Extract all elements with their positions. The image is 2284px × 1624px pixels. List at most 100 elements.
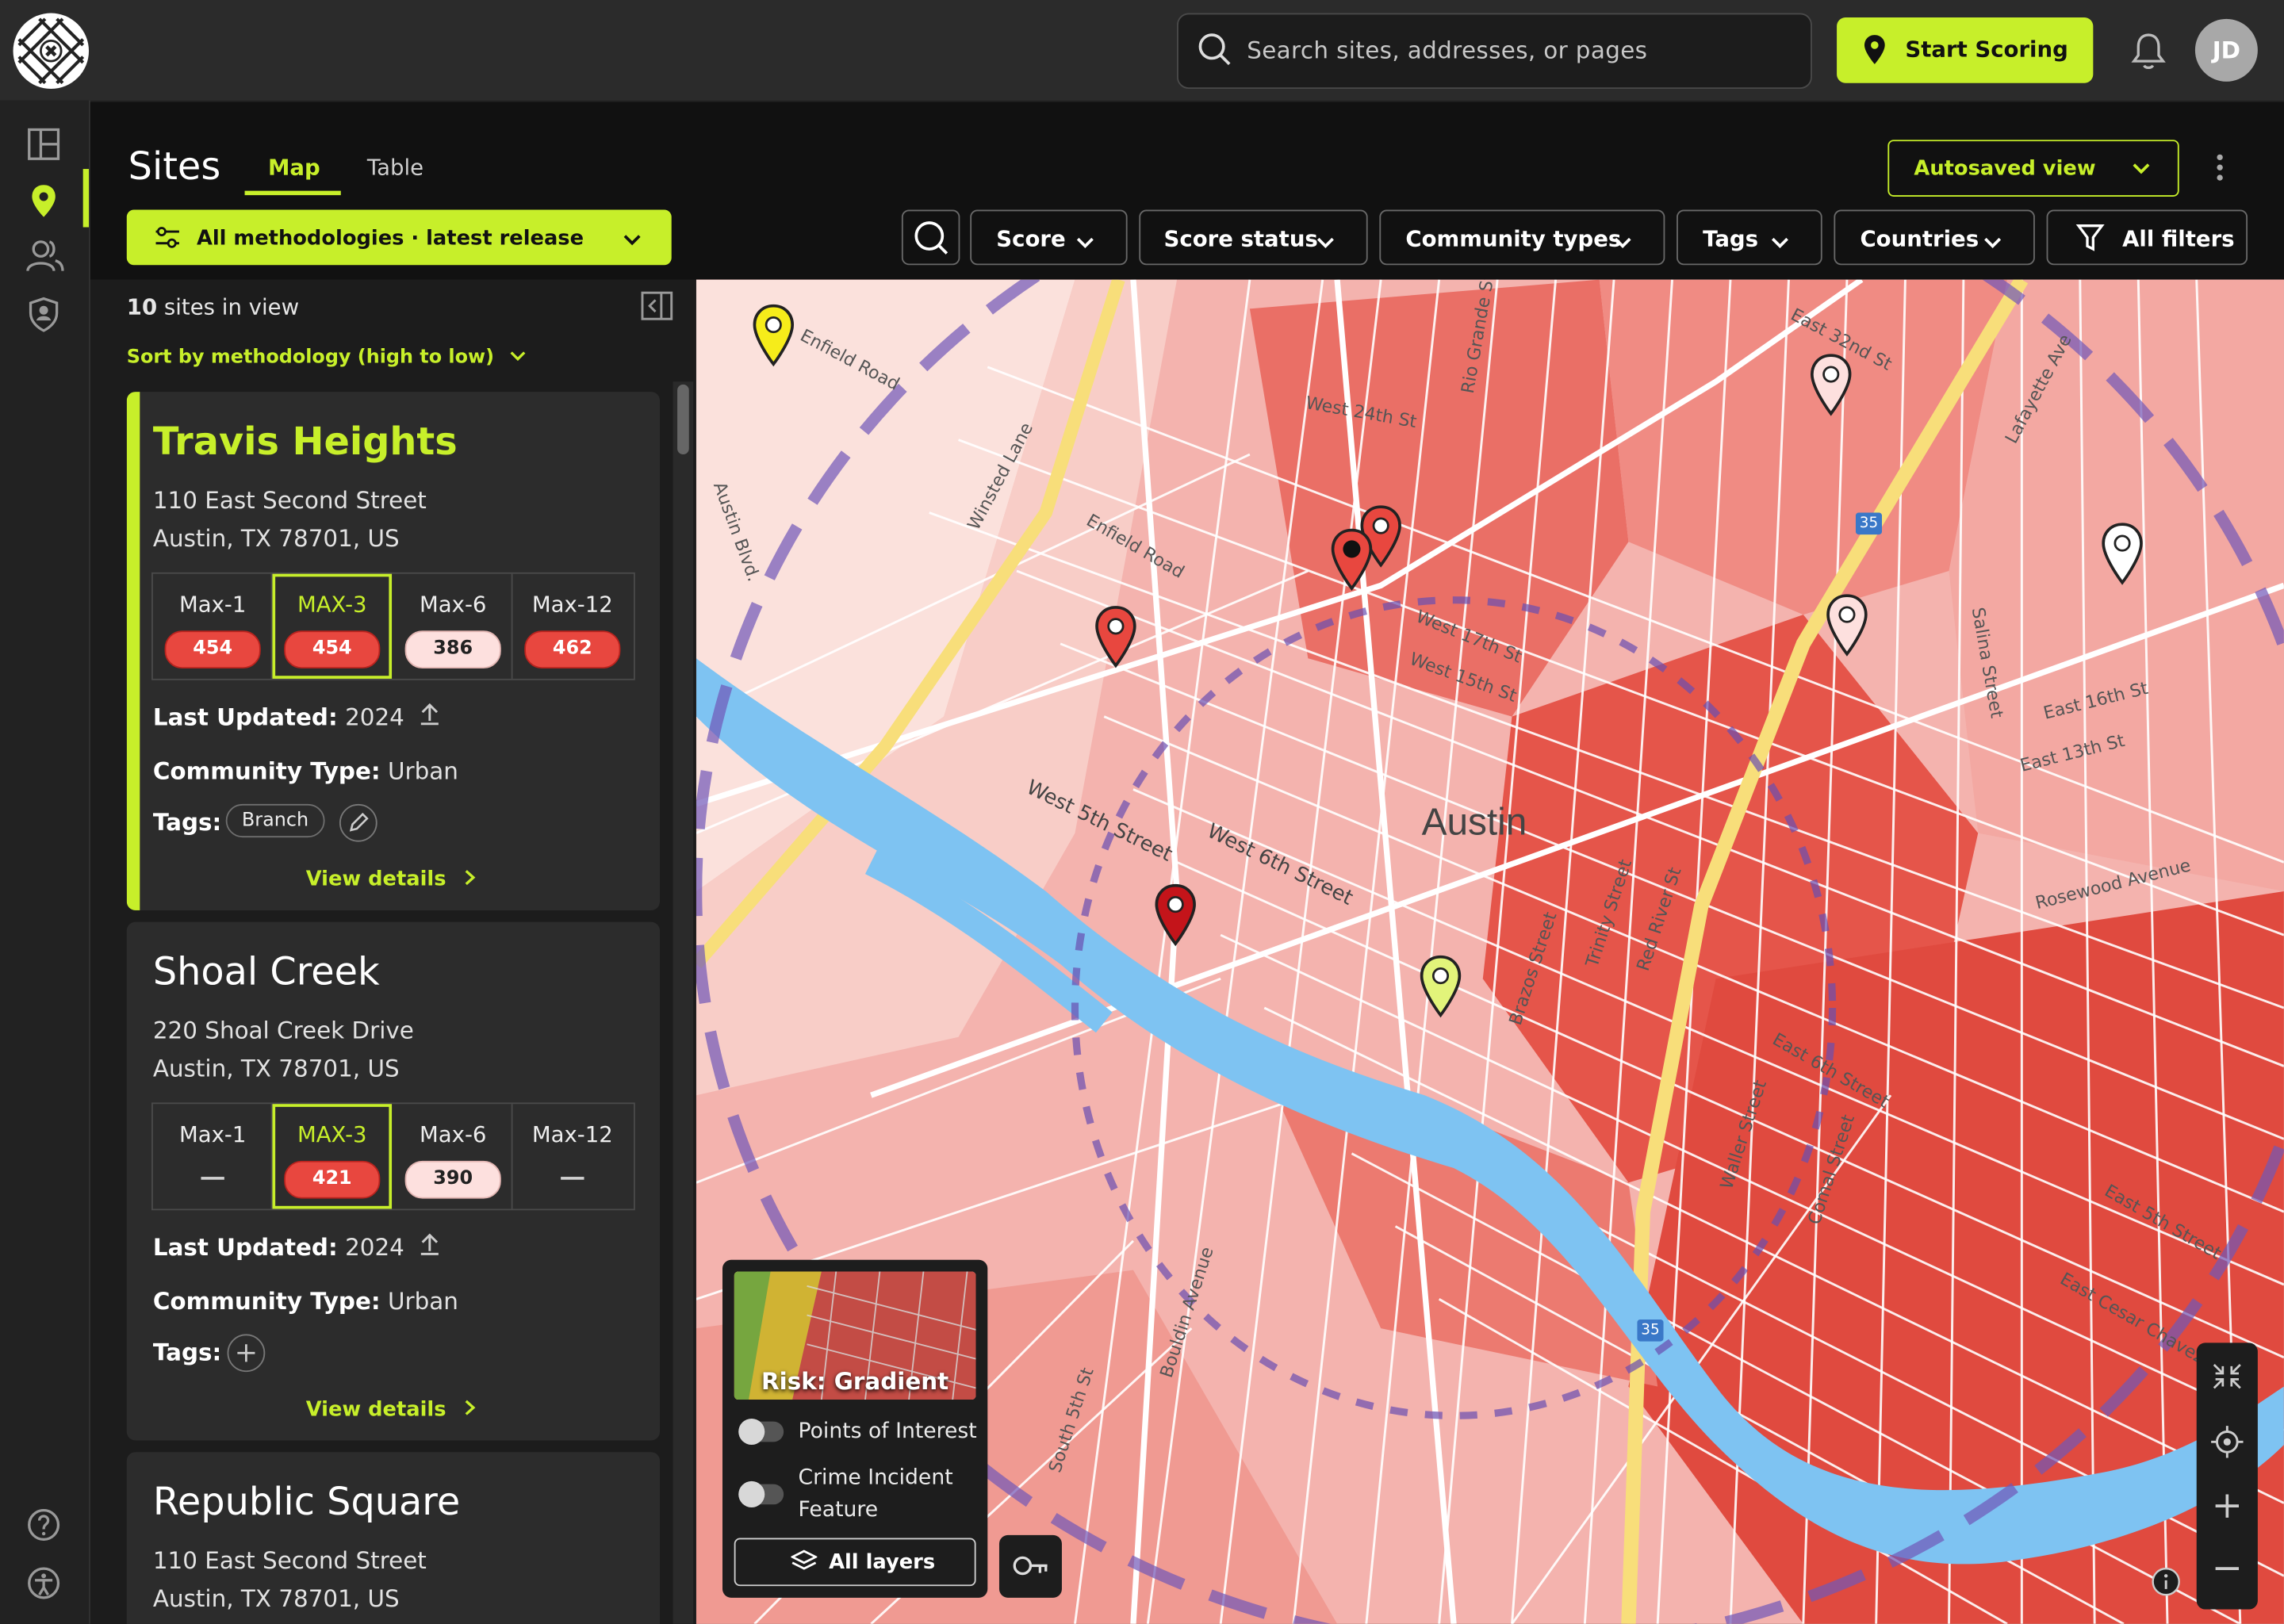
site-name[interactable]: Travis Heights [153, 421, 458, 465]
tab-map[interactable]: Map [268, 155, 320, 181]
score-label: Max-6 [419, 591, 487, 618]
app-logo[interactable] [13, 13, 90, 90]
locate-crosshair-icon[interactable] [2209, 1424, 2244, 1465]
filter-score-status[interactable]: Score status [1139, 209, 1368, 266]
tags-label: Tags: [152, 808, 222, 837]
selected-card-accent [126, 392, 140, 910]
score-label: Max-1 [178, 1121, 247, 1148]
collapse-panel-icon[interactable] [641, 291, 673, 326]
notifications-bell-icon[interactable] [2129, 31, 2167, 78]
all-layers-label: All layers [829, 1551, 936, 1575]
chevron-down-icon [1612, 230, 1633, 256]
site-pin-light[interactable] [1809, 352, 1853, 416]
site-card[interactable]: Travis Heights 110 East Second Street Au… [126, 392, 661, 910]
filter-score-label: Score [996, 225, 1066, 252]
map-controls [2196, 1342, 2258, 1610]
map-info-icon[interactable] [2152, 1567, 2181, 1602]
dashboard-icon[interactable] [26, 127, 61, 167]
filter-search-button[interactable] [901, 209, 960, 266]
upload-icon[interactable] [418, 1232, 441, 1262]
collapse-arrows-icon[interactable] [2209, 1360, 2244, 1398]
help-icon[interactable] [26, 1507, 61, 1548]
interstate-shield: 35 [1637, 1320, 1664, 1342]
site-card[interactable]: Shoal Creek 220 Shoal Creek Drive Austin… [126, 921, 661, 1441]
site-pin-light[interactable] [1825, 593, 1868, 657]
filter-countries[interactable]: Countries [1834, 209, 2035, 266]
site-pin-darkred[interactable] [1154, 883, 1198, 947]
community-type-value: Urban [387, 757, 458, 785]
score-cell-max-12[interactable]: Max-12 [513, 1104, 633, 1208]
site-address-line2: Austin, TX 78701, US [152, 1584, 400, 1613]
community-type-label: Community Type: [152, 757, 381, 785]
site-name[interactable]: Shoal Creek [153, 951, 380, 994]
add-tag-plus-icon[interactable] [227, 1334, 266, 1373]
site-pin-lime[interactable] [1419, 954, 1462, 1018]
filter-tags[interactable]: Tags [1677, 209, 1822, 266]
all-filters-button[interactable]: All filters [2046, 209, 2248, 266]
score-pill: 421 [284, 1160, 381, 1199]
zoom-out-icon[interactable] [2209, 1551, 2244, 1591]
score-cell-max-3[interactable]: MAX-3 454 [272, 573, 393, 679]
site-card[interactable]: Republic Square 110 East Second Street A… [126, 1452, 661, 1624]
start-scoring-button[interactable]: Start Scoring [1837, 17, 2094, 83]
tab-table[interactable]: Table [367, 155, 423, 181]
last-updated-label: Last Updated: [152, 1233, 338, 1262]
filter-score[interactable]: Score [970, 209, 1128, 266]
more-options-icon[interactable] [2214, 153, 2226, 188]
score-cell-max-12[interactable]: Max-12 462 [513, 574, 633, 679]
accessibility-icon[interactable] [26, 1565, 61, 1606]
view-details-link[interactable]: View details [306, 868, 477, 891]
user-avatar[interactable]: JD [2194, 18, 2258, 82]
score-cell-max-1[interactable]: Max-1 454 [153, 573, 273, 679]
view-details-link[interactable]: View details [306, 1398, 477, 1422]
methodology-label: All methodologies · latest release [196, 227, 584, 251]
site-pin-selected[interactable] [1330, 527, 1374, 592]
search-icon [912, 219, 950, 262]
autosaved-view-select[interactable]: Autosaved view [1887, 140, 2179, 197]
score-pill: 454 [284, 630, 381, 669]
all-layers-button[interactable]: All layers [734, 1538, 976, 1587]
toggle-points-of-interest[interactable] [738, 1418, 784, 1446]
shield-user-icon[interactable] [26, 296, 61, 339]
site-address-line2: Austin, TX 78701, US [152, 524, 400, 553]
layer-thumbnail[interactable]: Risk: Gradient [734, 1271, 976, 1400]
score-cell-max-1[interactable]: Max-1 [153, 1104, 273, 1209]
layer-title: Risk: Gradient [761, 1367, 949, 1396]
sliders-icon [155, 226, 181, 255]
score-grid: Max-1 MAX-3 421 Max-6 390 Max-12 [151, 1102, 635, 1211]
edit-tags-pencil-icon[interactable] [339, 803, 377, 842]
users-icon[interactable] [26, 239, 64, 279]
zoom-in-icon[interactable] [2209, 1488, 2244, 1529]
site-name[interactable]: Republic Square [153, 1481, 460, 1525]
global-search[interactable]: Search sites, addresses, or pages [1177, 13, 1812, 90]
list-scrollbar[interactable] [673, 381, 694, 1624]
methodology-select[interactable]: All methodologies · latest release [126, 209, 672, 266]
site-pin-red[interactable] [1094, 604, 1137, 668]
site-address-line1: 110 East Second Street [152, 1546, 427, 1575]
sort-select[interactable]: Sort by methodology (high to low) [127, 347, 526, 369]
map-key-button[interactable] [998, 1534, 1062, 1598]
score-pill: 390 [404, 1160, 501, 1199]
score-cell-max-3[interactable]: MAX-3 421 [272, 1104, 393, 1209]
site-address-line1: 110 East Second Street [152, 486, 427, 515]
upload-icon[interactable] [418, 702, 441, 731]
community-type-value: Urban [387, 1287, 458, 1316]
chevron-right-icon [465, 1398, 477, 1421]
sites-pin-icon[interactable] [26, 182, 61, 226]
score-cell-max-6[interactable]: Max-6 386 [393, 573, 513, 679]
filter-community-types[interactable]: Community types [1379, 209, 1665, 266]
score-label: Max-12 [531, 1121, 613, 1148]
tab-map-underline [244, 190, 341, 196]
toggle-label: Points of Interest [798, 1419, 977, 1444]
list-scrollbar-thumb[interactable] [677, 384, 689, 455]
score-cell-max-6[interactable]: Max-6 390 [393, 1104, 513, 1209]
toggle-crime-incident-feature[interactable] [738, 1480, 784, 1507]
site-pin-white[interactable] [2101, 522, 2144, 586]
layers-icon [790, 1548, 818, 1580]
chevron-down-icon [1770, 230, 1791, 256]
left-nav-rail [0, 100, 90, 1624]
tag-chip[interactable]: Branch [225, 803, 325, 838]
score-label: Max-1 [178, 591, 247, 618]
search-placeholder: Search sites, addresses, or pages [1247, 36, 1648, 64]
site-pin-yellow[interactable] [752, 303, 795, 367]
